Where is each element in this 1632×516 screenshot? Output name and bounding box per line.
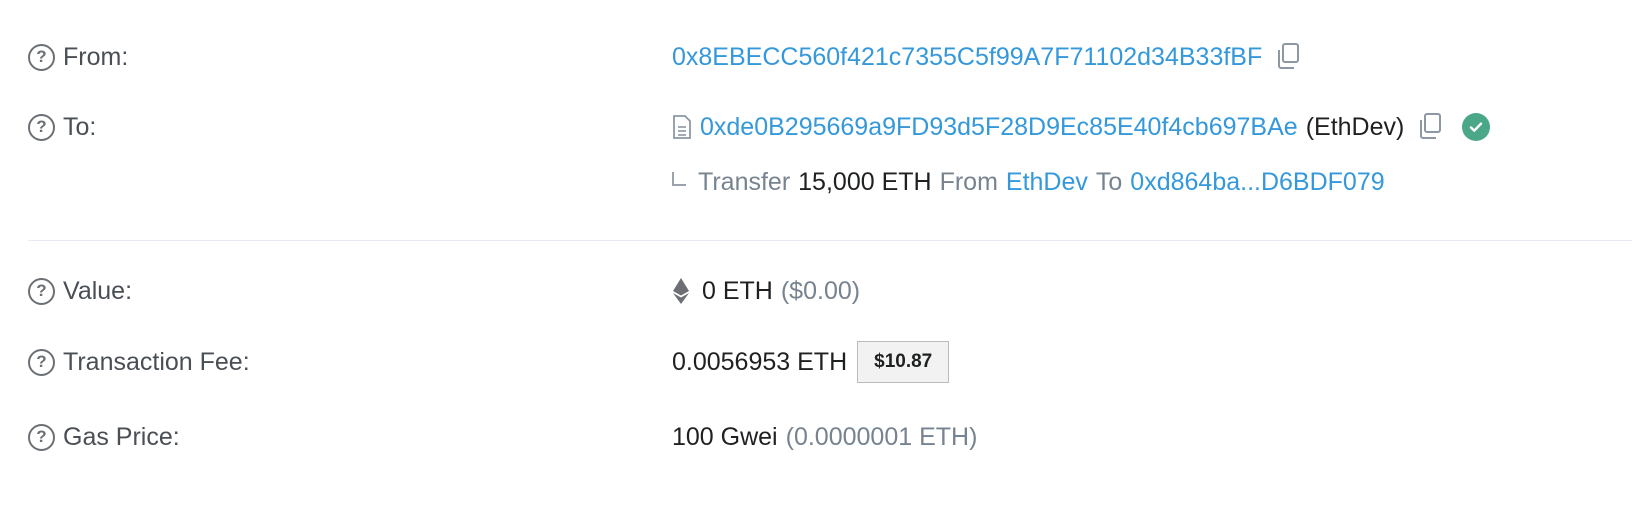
value-row: ? Value: 0 ETH ($0.00) — [0, 271, 1632, 311]
value-value: 0 ETH ($0.00) — [672, 271, 860, 311]
corner-arrow-icon — [672, 172, 686, 186]
to-name-tag: (EthDev) — [1305, 112, 1405, 141]
gas-label: Gas Price: — [63, 422, 180, 451]
to-address-link[interactable]: 0xde0B295669a9FD93d5F28D9Ec85E40f4cb697B… — [700, 113, 1298, 142]
value-usd: ($0.00) — [780, 276, 861, 305]
value-label-cell: ? Value: — [28, 271, 132, 311]
fee-label-cell: ? Transaction Fee: — [28, 342, 250, 382]
fee-amount: 0.0056953 ETH — [672, 347, 848, 376]
value-label: Value: — [63, 276, 133, 305]
to-label: To: — [63, 112, 97, 141]
from-label-cell: ? From: — [28, 37, 128, 77]
from-row: ? From: 0x8EBECC560f421c7355C5f99A7F7110… — [0, 37, 1632, 77]
to-value: 0xde0B295669a9FD93d5F28D9Ec85E40f4cb697B… — [672, 107, 1491, 147]
transfer-to-word: To — [1095, 167, 1123, 196]
gas-amount: 100 Gwei — [672, 422, 778, 451]
ethereum-icon — [672, 277, 690, 305]
copy-icon[interactable] — [1416, 112, 1444, 142]
divider — [28, 240, 1632, 241]
help-icon[interactable]: ? — [28, 423, 55, 451]
help-icon[interactable]: ? — [28, 348, 55, 376]
transfer-to-link[interactable]: 0xd864ba...D6BDF079 — [1130, 168, 1384, 197]
token-transfer-row: Transfer 15,000 ETH From EthDev To 0xd86… — [672, 162, 1385, 202]
value-amount: 0 ETH — [702, 276, 773, 305]
gas-eth: (0.0000001 ETH) — [785, 422, 978, 451]
transfer-word: Transfer — [698, 167, 791, 196]
help-icon[interactable]: ? — [28, 113, 55, 141]
help-icon[interactable]: ? — [28, 277, 55, 305]
to-row: ? To: 0xde0B295669a9FD93d5F28D9Ec85E40f4… — [0, 107, 1632, 147]
transfer-from-word: From — [939, 167, 998, 196]
fee-row: ? Transaction Fee: 0.0056953 ETH $10.87 — [0, 341, 1632, 383]
transfer-from-link[interactable]: EthDev — [1006, 168, 1088, 197]
fee-label: Transaction Fee: — [63, 347, 250, 376]
fee-value: 0.0056953 ETH $10.87 — [672, 341, 950, 383]
gas-value: 100 Gwei (0.0000001 ETH) — [672, 417, 977, 457]
transfer-amount: 15,000 ETH — [798, 167, 932, 196]
fee-usd-badge[interactable]: $10.87 — [857, 341, 950, 383]
from-address-link[interactable]: 0x8EBECC560f421c7355C5f99A7F71102d34B33f… — [672, 43, 1262, 72]
transaction-details: ? From: 0x8EBECC560f421c7355C5f99A7F7110… — [0, 0, 1632, 516]
help-icon[interactable]: ? — [28, 43, 55, 71]
check-circle-icon — [1462, 113, 1491, 141]
gas-label-cell: ? Gas Price: — [28, 417, 180, 457]
gas-row: ? Gas Price: 100 Gwei (0.0000001 ETH) — [0, 417, 1632, 457]
from-value: 0x8EBECC560f421c7355C5f99A7F71102d34B33f… — [672, 37, 1302, 77]
document-icon — [672, 114, 692, 140]
to-label-cell: ? To: — [28, 107, 96, 147]
from-label: From: — [63, 42, 129, 71]
copy-icon[interactable] — [1274, 42, 1302, 72]
